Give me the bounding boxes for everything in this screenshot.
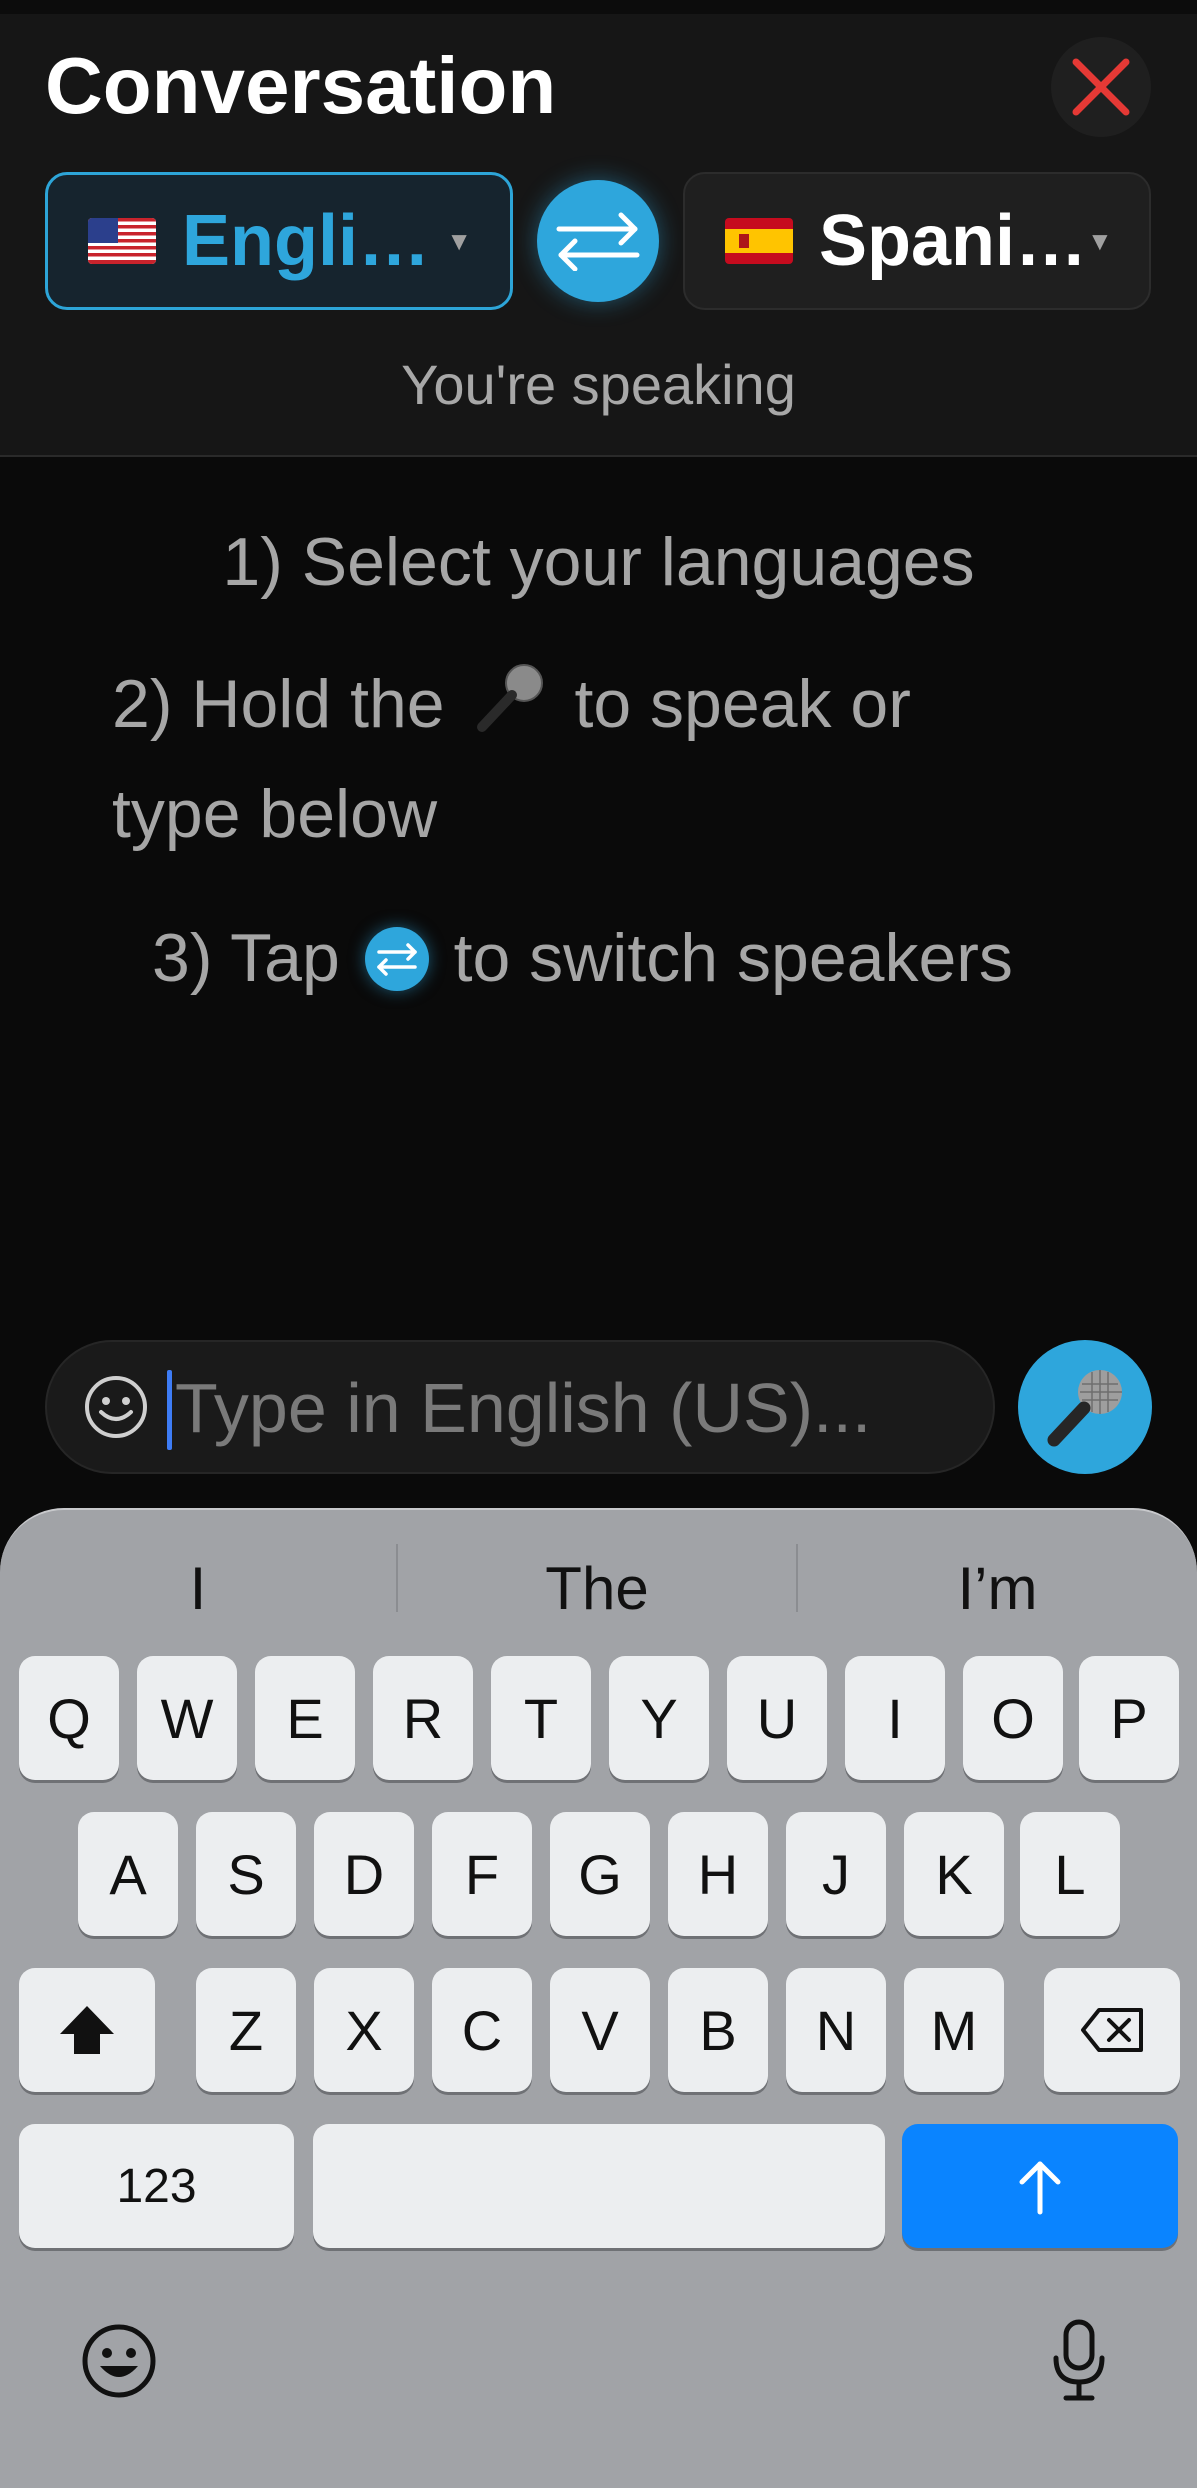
dictation-icon[interactable] [1048, 2318, 1110, 2404]
emoji-icon[interactable] [83, 1374, 149, 1440]
suggestion-2[interactable]: The [398, 1548, 796, 1628]
suggestion-3[interactable]: I’m [798, 1548, 1197, 1628]
numbers-key[interactable]: 123 [19, 2124, 294, 2248]
message-input[interactable] [175, 1358, 965, 1458]
delete-icon [1081, 2008, 1143, 2052]
shift-key[interactable] [19, 1968, 155, 2092]
instruction-step-3-pre: 3) Tap [152, 920, 340, 996]
message-input-bar [45, 1340, 995, 1474]
key-u[interactable]: U [727, 1656, 827, 1780]
microphone-icon [476, 664, 543, 732]
close-icon [1072, 58, 1130, 116]
microphone-button[interactable] [1018, 1340, 1152, 1474]
source-language-label: Engli… [182, 201, 430, 281]
swap-languages-button[interactable] [537, 180, 659, 302]
key-f[interactable]: F [432, 1812, 532, 1936]
swap-arrows-icon [364, 927, 429, 991]
key-k[interactable]: K [904, 1812, 1004, 1936]
key-x[interactable]: X [314, 1968, 414, 2092]
chevron-down-icon: ▼ [446, 225, 472, 256]
instruction-step-3-post: to switch speakers [453, 920, 1013, 996]
key-w[interactable]: W [137, 1656, 237, 1780]
shift-icon [60, 2006, 114, 2054]
key-t[interactable]: T [491, 1656, 591, 1780]
instruction-step-1: 1) Select your languages [222, 524, 975, 600]
key-h[interactable]: H [668, 1812, 768, 1936]
instruction-step-2-line2: type below [112, 776, 438, 852]
key-e[interactable]: E [255, 1656, 355, 1780]
microphone-icon [1047, 1370, 1122, 1447]
key-v[interactable]: V [550, 1968, 650, 2092]
key-r[interactable]: R [373, 1656, 473, 1780]
key-o[interactable]: O [963, 1656, 1063, 1780]
header: Conversation Engli… ▼ Spani… ▼ You're sp… [0, 0, 1197, 457]
us-flag-icon [88, 218, 156, 264]
key-n[interactable]: N [786, 1968, 886, 2092]
spain-flag-icon [725, 218, 793, 264]
instruction-step-2-pre: 2) Hold the [112, 666, 445, 742]
emoji-keyboard-icon[interactable] [80, 2322, 158, 2400]
space-key[interactable] [313, 2124, 885, 2248]
key-z[interactable]: Z [196, 1968, 296, 2092]
target-language-select[interactable]: Spani… ▼ [683, 172, 1151, 310]
speaking-status: You're speaking [401, 353, 796, 416]
on-screen-keyboard: I The I’m Q W E R T Y U I O P A S D F G … [0, 1508, 1197, 2488]
key-q[interactable]: Q [19, 1656, 119, 1780]
key-m[interactable]: M [904, 1968, 1004, 2092]
instruction-step-2-post: to speak or [574, 666, 911, 742]
key-c[interactable]: C [432, 1968, 532, 2092]
key-a[interactable]: A [78, 1812, 178, 1936]
page-title: Conversation [45, 41, 557, 130]
delete-key[interactable] [1044, 1968, 1180, 2092]
key-y[interactable]: Y [609, 1656, 709, 1780]
key-d[interactable]: D [314, 1812, 414, 1936]
key-s[interactable]: S [196, 1812, 296, 1936]
chevron-down-icon: ▼ [1087, 225, 1113, 256]
close-button[interactable] [1051, 37, 1151, 137]
key-p[interactable]: P [1079, 1656, 1179, 1780]
key-j[interactable]: J [786, 1812, 886, 1936]
instruction-step-2: 2) Hold the to speak or [112, 650, 911, 758]
target-language-label: Spani… [819, 201, 1088, 281]
key-l[interactable]: L [1020, 1812, 1120, 1936]
instruction-step-3: 3) Tap to switch speakers [152, 904, 1013, 1012]
key-g[interactable]: G [550, 1812, 650, 1936]
arrow-up-icon [1019, 2161, 1061, 2215]
text-cursor [167, 1370, 172, 1450]
swap-arrows-icon [556, 212, 640, 271]
status-strip [0, 0, 1197, 14]
key-b[interactable]: B [668, 1968, 768, 2092]
suggestion-1[interactable]: I [0, 1548, 396, 1628]
source-language-select[interactable]: Engli… ▼ [45, 172, 513, 310]
return-key[interactable] [902, 2124, 1178, 2248]
key-i[interactable]: I [845, 1656, 945, 1780]
